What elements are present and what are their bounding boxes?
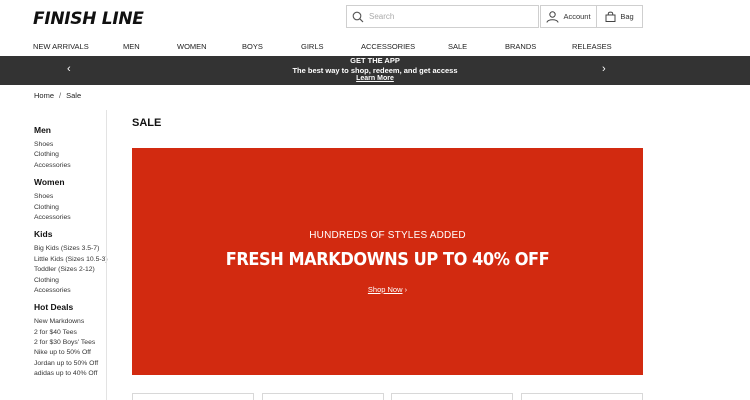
- nav-girls[interactable]: GIRLS: [301, 42, 324, 51]
- sidebar-item-new-markdowns[interactable]: New Markdowns: [34, 317, 106, 327]
- nav-women[interactable]: WOMEN: [177, 42, 207, 51]
- main-nav: NEW ARRIVALS MEN WOMEN BOYS GIRLS ACCESS…: [33, 42, 643, 52]
- finish-line-logo[interactable]: FINISH LINE: [33, 9, 144, 29]
- sidebar-item-men-accessories[interactable]: Accessories: [34, 161, 106, 171]
- nav-sale[interactable]: SALE: [448, 42, 467, 51]
- breadcrumb-separator: /: [59, 91, 62, 100]
- nav-brands[interactable]: BRANDS: [505, 42, 536, 51]
- page-title: SALE: [132, 117, 162, 129]
- sidebar-item-kids-clothing[interactable]: Clothing: [34, 276, 106, 286]
- promo-title: GET THE APP: [350, 56, 400, 65]
- hero-banner[interactable]: HUNDREDS OF STYLES ADDED FRESH MARKDOWNS…: [132, 148, 643, 375]
- sidebar-item-nike-deal[interactable]: Nike up to 50% Off: [34, 348, 106, 358]
- nav-boys[interactable]: BOYS: [242, 42, 263, 51]
- bag-label: Bag: [620, 12, 634, 21]
- breadcrumb-current: Sale: [66, 91, 82, 100]
- product-tile[interactable]: [521, 393, 643, 400]
- nav-accessories[interactable]: ACCESSORIES: [361, 42, 415, 51]
- category-sidebar: Men Shoes Clothing Accessories Women Sho…: [34, 125, 108, 386]
- sidebar-heading-men[interactable]: Men: [34, 125, 106, 140]
- account-button[interactable]: Account: [540, 5, 597, 28]
- breadcrumb: Home / Sale: [34, 91, 81, 100]
- sidebar-item-jordan-deal[interactable]: Jordan up to 50% Off: [34, 359, 106, 369]
- search-box[interactable]: [346, 5, 539, 28]
- product-tile[interactable]: [391, 393, 513, 400]
- bag-icon: [605, 11, 616, 22]
- sidebar-heading-women[interactable]: Women: [34, 177, 106, 192]
- user-icon: [546, 10, 559, 23]
- sidebar-item-big-kids[interactable]: Big Kids (Sizes 3.5-7): [34, 244, 106, 254]
- shop-now-link[interactable]: Shop Now: [368, 285, 403, 294]
- search-input[interactable]: [369, 12, 519, 21]
- product-tile[interactable]: [262, 393, 384, 400]
- sidebar-heading-hot-deals[interactable]: Hot Deals: [34, 302, 106, 317]
- breadcrumb-home[interactable]: Home: [34, 91, 54, 100]
- sidebar-group-women: Women Shoes Clothing Accessories: [34, 177, 106, 223]
- sidebar-heading-kids[interactable]: Kids: [34, 229, 106, 244]
- sidebar-item-men-clothing[interactable]: Clothing: [34, 150, 106, 160]
- sidebar-group-men: Men Shoes Clothing Accessories: [34, 125, 106, 171]
- sidebar-item-2-for-40-tees[interactable]: 2 for $40 Tees: [34, 328, 106, 338]
- sidebar-item-adidas-deal[interactable]: adidas up to 40% Off: [34, 369, 106, 379]
- sidebar-item-little-kids[interactable]: Little Kids (Sizes 10.5-3): [34, 255, 108, 265]
- chevron-right-icon[interactable]: ›: [602, 63, 606, 75]
- arrow-right-icon: ›: [404, 285, 408, 294]
- account-label: Account: [563, 12, 591, 21]
- sidebar-item-2-for-30-boys-tees[interactable]: 2 for $30 Boys' Tees: [34, 338, 106, 348]
- nav-releases[interactable]: RELEASES: [572, 42, 612, 51]
- sidebar-group-kids: Kids Big Kids (Sizes 3.5-7) Little Kids …: [34, 229, 108, 296]
- nav-men[interactable]: MEN: [123, 42, 140, 51]
- hero-cta[interactable]: Shop Now ›: [132, 285, 643, 294]
- product-tiles-row: [132, 393, 643, 400]
- promo-text: The best way to shop, redeem, and get ac…: [292, 66, 458, 75]
- hero-headline: FRESH MARKDOWNS UP TO 40% OFF: [225, 249, 550, 270]
- bag-button[interactable]: Bag: [596, 5, 643, 28]
- promo-learn-more-link[interactable]: Learn More: [0, 75, 750, 82]
- sidebar-item-women-shoes[interactable]: Shoes: [34, 192, 106, 202]
- product-tile[interactable]: [132, 393, 254, 400]
- sidebar-item-women-accessories[interactable]: Accessories: [34, 213, 106, 223]
- app-promo-banner: ‹ GET THE APP The best way to shop, rede…: [0, 56, 750, 85]
- nav-new-arrivals[interactable]: NEW ARRIVALS: [33, 42, 89, 51]
- sidebar-item-women-clothing[interactable]: Clothing: [34, 203, 106, 213]
- search-icon: [352, 11, 364, 22]
- sidebar-item-toddler[interactable]: Toddler (Sizes 2-12): [34, 265, 106, 275]
- sidebar-divider: [106, 110, 107, 400]
- sidebar-item-kids-accessories[interactable]: Accessories: [34, 286, 106, 296]
- sidebar-item-men-shoes[interactable]: Shoes: [34, 140, 106, 150]
- hero-subtitle: HUNDREDS OF STYLES ADDED: [309, 230, 466, 241]
- sidebar-group-hot-deals: Hot Deals New Markdowns 2 for $40 Tees 2…: [34, 302, 106, 379]
